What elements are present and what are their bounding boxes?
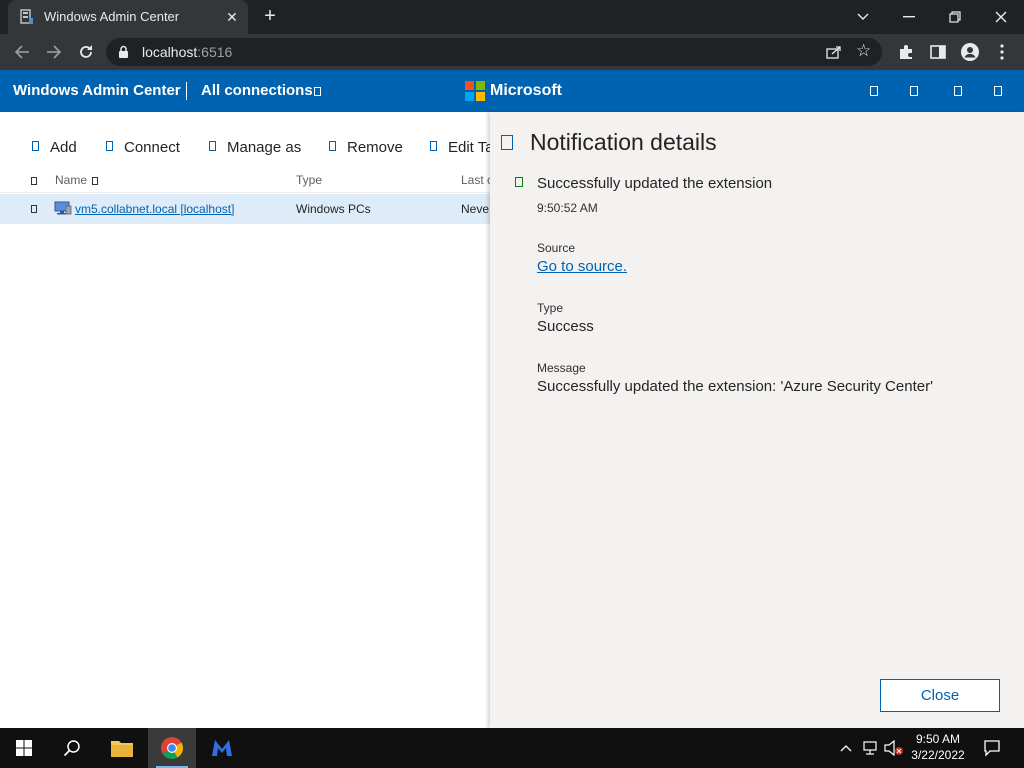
clock-date: 3/22/2022 <box>911 748 965 762</box>
network-icon[interactable] <box>861 738 881 758</box>
account-icon[interactable] <box>994 86 1002 96</box>
reload-icon[interactable] <box>74 40 98 64</box>
share-icon[interactable] <box>826 45 842 59</box>
app-title[interactable]: Windows Admin Center <box>13 82 181 99</box>
remove-button[interactable]: Remove <box>347 139 403 156</box>
taskbar-clock[interactable]: 9:50 AM 3/22/2022 <box>900 731 976 763</box>
browser-tab[interactable]: Windows Admin Center ✕ <box>8 0 248 34</box>
extensions-icon[interactable] <box>894 40 918 64</box>
forward-icon[interactable] <box>42 40 66 64</box>
close-window-icon[interactable] <box>978 0 1024 34</box>
add-button[interactable]: Add <box>50 139 77 156</box>
panel-title: Notification details <box>530 129 717 155</box>
side-panel-icon[interactable] <box>926 40 950 64</box>
edit-tags-icon <box>430 141 437 151</box>
notification-message: Successfully updated the extension <box>537 175 773 192</box>
close-tab-icon[interactable]: ✕ <box>222 7 242 27</box>
chrome-icon <box>161 737 183 759</box>
clock-time: 9:50 AM <box>915 732 961 746</box>
back-icon[interactable] <box>10 40 34 64</box>
notifications-icon[interactable] <box>870 86 878 96</box>
app-header: Windows Admin Center All connections Mic… <box>0 70 1024 112</box>
row-checkbox[interactable] <box>31 205 37 213</box>
browser-menu-icon[interactable] <box>990 40 1014 64</box>
chrome-taskbar-button[interactable] <box>148 728 196 768</box>
connect-icon <box>106 141 113 151</box>
bookmark-star-icon[interactable]: ☆ <box>856 41 871 61</box>
connections-page: Add Connect Manage as Remove Edit Ta Nam… <box>0 112 490 728</box>
search-button[interactable] <box>48 728 96 768</box>
column-header-last-connected[interactable]: Last c <box>461 173 490 187</box>
taskbar: 9:50 AM 3/22/2022 <box>0 728 1024 768</box>
microsoft-logo <box>465 81 485 101</box>
column-header-type[interactable]: Type <box>296 173 322 187</box>
folder-icon <box>111 741 133 757</box>
connection-last-connected: Neve <box>461 202 490 216</box>
success-status-icon <box>515 177 523 187</box>
lock-icon <box>119 45 128 58</box>
notification-details-panel: Notification details Successfully update… <box>490 112 1024 728</box>
notification-time: 9:50:52 AM <box>537 201 598 215</box>
source-label: Source <box>537 241 576 255</box>
manage-as-button[interactable]: Manage as <box>227 139 301 156</box>
add-icon <box>32 141 39 151</box>
table-row[interactable]: vm5.collabnet.local [localhost] Windows … <box>0 194 490 224</box>
chevron-down-icon[interactable] <box>314 87 321 96</box>
type-label: Type <box>537 301 564 315</box>
brand-name: Microsoft <box>490 82 562 99</box>
browser-tabstrip: Windows Admin Center ✕ + <box>0 0 1024 34</box>
breadcrumb-all-connections[interactable]: All connections <box>201 82 313 99</box>
notification-icon <box>501 135 513 150</box>
server-icon <box>20 9 33 24</box>
action-center-icon[interactable] <box>982 738 1002 758</box>
go-to-source-link[interactable]: Go to source. <box>537 258 627 275</box>
manage-as-icon <box>209 141 216 151</box>
chevron-up-icon[interactable] <box>836 738 856 758</box>
connection-type: Windows PCs <box>296 202 371 216</box>
help-icon[interactable] <box>954 86 962 96</box>
new-tab-icon[interactable]: + <box>258 5 282 29</box>
select-all-checkbox[interactable] <box>31 177 37 185</box>
profile-icon[interactable] <box>958 40 982 64</box>
computer-icon <box>54 201 72 215</box>
tab-search-icon[interactable] <box>840 0 886 34</box>
address-bar[interactable]: localhost:6516 ☆ <box>106 38 882 66</box>
header-divider <box>186 82 187 100</box>
close-button[interactable]: Close <box>880 679 1000 712</box>
malwarebytes-icon <box>212 740 232 756</box>
search-icon <box>63 740 80 757</box>
malwarebytes-button[interactable] <box>198 728 246 768</box>
connection-name-link[interactable]: vm5.collabnet.local [localhost] <box>75 202 234 216</box>
minimize-icon[interactable] <box>886 0 932 34</box>
restore-icon[interactable] <box>932 0 978 34</box>
browser-toolbar: localhost:6516 ☆ <box>0 34 1024 70</box>
type-value: Success <box>537 318 594 335</box>
windows-icon <box>16 740 32 756</box>
tab-title: Windows Admin Center <box>44 9 180 24</box>
start-button[interactable] <box>0 728 48 768</box>
column-header-name[interactable]: Name <box>55 173 87 187</box>
url-text: localhost:6516 <box>142 44 233 60</box>
remove-icon <box>329 141 336 151</box>
edit-tags-button[interactable]: Edit Ta <box>448 139 490 156</box>
message-label: Message <box>537 361 586 375</box>
sort-icon[interactable] <box>92 177 98 185</box>
header-divider-line <box>0 192 490 193</box>
settings-icon[interactable] <box>910 86 918 96</box>
file-explorer-button[interactable] <box>98 728 146 768</box>
connect-button[interactable]: Connect <box>124 139 180 156</box>
message-value: Successfully updated the extension: 'Azu… <box>537 378 933 395</box>
